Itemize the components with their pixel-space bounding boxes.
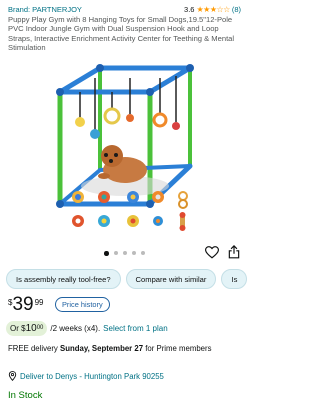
installment-prefix: Or $ (10, 324, 26, 333)
chip-assembly[interactable]: Is assembly really tool-free? (6, 269, 121, 289)
toy-ball-4 (152, 191, 164, 203)
location-pin-icon (8, 371, 17, 381)
delivery-info: FREE delivery Sunday, September 27 for P… (8, 344, 243, 354)
product-image[interactable] (0, 58, 249, 240)
carousel-dot[interactable] (131, 251, 136, 256)
deliver-to-text: Deliver to Denys - Huntington Park 90255 (20, 371, 164, 381)
star-rating-icon: ★★★☆☆ (196, 4, 230, 14)
header-row: Brand: PARTNERJOY 3.6 ★★★☆☆ (8) (8, 3, 241, 15)
carousel-dot[interactable] (113, 251, 118, 256)
installment-amount: 10 (25, 323, 37, 334)
price-history-button[interactable]: Price history (55, 297, 110, 312)
installment-terms: /2 weeks (x4). (50, 324, 101, 333)
rating[interactable]: 3.6 ★★★☆☆ (8) (184, 5, 241, 14)
toy-donut-2 (98, 215, 110, 227)
share-icon[interactable] (228, 245, 240, 259)
toy-ball-3 (127, 191, 139, 203)
dog (98, 145, 147, 183)
product-title: Puppy Play Gym with 8 Hanging Toys for S… (8, 15, 235, 53)
toy-bone (127, 215, 139, 227)
delivery-date: Sunday, September 27 (60, 344, 144, 353)
price-fraction: 99 (34, 298, 44, 307)
price: $ 39 99 (8, 295, 44, 315)
toy-donut-1 (72, 215, 84, 227)
installment-cents: 00 (36, 324, 44, 331)
heart-icon[interactable] (205, 246, 219, 259)
toy-ball-2 (98, 191, 110, 203)
installment-plan-link[interactable]: Select from 1 plan (103, 324, 167, 333)
chip-more[interactable]: Is (221, 269, 248, 289)
carousel-dot[interactable] (140, 251, 145, 256)
deliver-to-link[interactable]: Deliver to Denys - Huntington Park 90255 (8, 371, 164, 381)
installment-badge: Or $10 00 (6, 321, 48, 336)
carousel-dot[interactable] (104, 251, 109, 256)
toy-ring (178, 191, 188, 209)
question-chips: Is assembly really tool-free? Compare wi… (6, 269, 249, 289)
price-whole: 39 (12, 294, 34, 315)
delivery-prefix: FREE delivery (8, 344, 60, 353)
toy-set (72, 191, 188, 231)
chip-compare[interactable]: Compare with similar (125, 269, 217, 289)
rating-value: 3.6 (184, 4, 195, 14)
toy-chew (153, 216, 163, 226)
toy-ball-1 (72, 191, 84, 203)
installment-row: Or $10 00 /2 weeks (x4). Select from 1 pl… (6, 321, 168, 336)
carousel-dot[interactable] (122, 251, 127, 256)
brand-link[interactable]: Brand: PARTNERJOY (8, 5, 82, 14)
rating-count[interactable]: (8) (232, 5, 241, 14)
image-carousel-dots[interactable] (104, 251, 145, 256)
delivery-suffix: for Prime members (143, 344, 212, 353)
stock-status: In Stock (8, 390, 43, 401)
toy-rope (179, 212, 186, 231)
